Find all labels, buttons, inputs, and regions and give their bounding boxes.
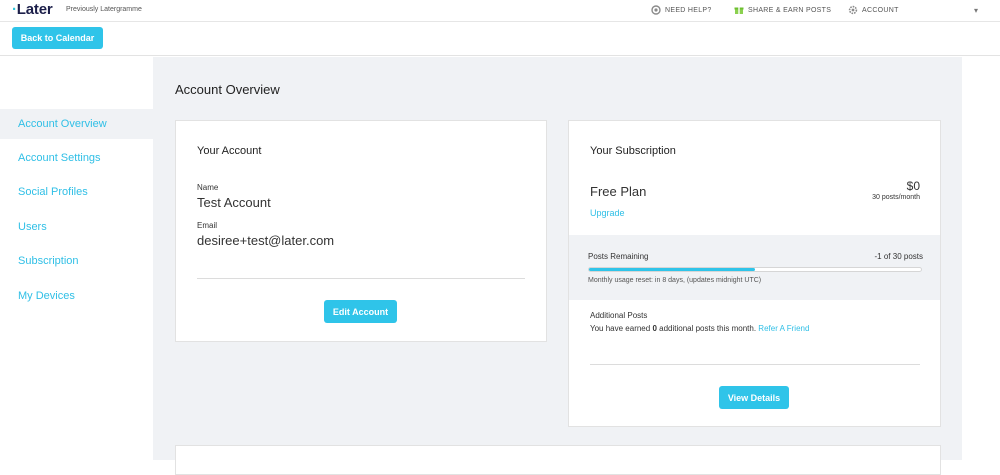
sidebar-item-subscription[interactable]: Subscription xyxy=(0,246,153,276)
share-earn-label: SHARE & EARN POSTS xyxy=(748,6,832,14)
sidebar-item-account-overview[interactable]: Account Overview xyxy=(0,109,153,139)
account-divider xyxy=(197,278,525,279)
additional-posts-title: Additional Posts xyxy=(590,311,648,320)
name-value: Test Account xyxy=(197,195,271,210)
refer-friend-link[interactable]: Refer A Friend xyxy=(758,324,809,333)
logo-text: Later xyxy=(16,1,53,18)
need-help-label: NEED HELP? xyxy=(665,6,712,14)
email-label: Email xyxy=(197,221,218,230)
sidebar-item-users[interactable]: Users xyxy=(0,212,153,242)
subscription-card: Your Subscription Free Plan Upgrade $0 3… xyxy=(568,120,941,427)
back-to-calendar-button[interactable]: Back to Calendar xyxy=(12,27,103,49)
account-menu[interactable]: ACCOUNT xyxy=(848,5,899,15)
additional-posts-text: You have earned 0 additional posts this … xyxy=(590,324,809,333)
account-card-title: Your Account xyxy=(197,145,262,157)
logo-subtitle: Previously Latergramme xyxy=(66,6,142,13)
account-label: ACCOUNT xyxy=(862,6,899,14)
account-card: Your Account Name Test Account Email des… xyxy=(175,120,547,342)
top-bar: ·Later Previously Latergramme NEED HELP?… xyxy=(0,0,1000,22)
usage-reset-note: Monthly usage reset: in 8 days, (updates… xyxy=(588,277,762,284)
later-logo[interactable]: ·Later xyxy=(12,1,53,18)
need-help-link[interactable]: NEED HELP? xyxy=(651,5,712,15)
posts-progress-bar xyxy=(588,267,922,272)
share-earn-link[interactable]: SHARE & EARN POSTS xyxy=(734,5,831,15)
posts-remaining-value: -1 of 30 posts xyxy=(874,252,923,261)
upgrade-link[interactable]: Upgrade xyxy=(590,208,625,218)
subscription-card-title: Your Subscription xyxy=(590,145,676,157)
sidebar-item-social-profiles[interactable]: Social Profiles xyxy=(0,177,153,207)
name-label: Name xyxy=(197,183,219,192)
posts-per-month: 30 posts/month xyxy=(872,194,920,201)
email-value: desiree+test@later.com xyxy=(197,233,335,248)
sidebar-item-account-settings[interactable]: Account Settings xyxy=(0,143,153,173)
sidebar: Account Overview Account Settings Social… xyxy=(0,57,153,460)
lower-card xyxy=(175,445,941,475)
posts-remaining-label: Posts Remaining xyxy=(588,252,649,261)
additional-suffix: additional posts this month. xyxy=(656,324,757,333)
page-title: Account Overview xyxy=(175,82,280,97)
sub-bar: Back to Calendar xyxy=(0,22,1000,56)
help-icon xyxy=(651,5,661,15)
additional-prefix: You have earned xyxy=(590,324,653,333)
plan-price: $0 xyxy=(906,179,920,193)
right-gutter xyxy=(962,57,1000,460)
gift-icon xyxy=(734,5,744,15)
plan-name: Free Plan xyxy=(590,184,647,199)
sidebar-item-my-devices[interactable]: My Devices xyxy=(0,281,153,311)
edit-account-button[interactable]: Edit Account xyxy=(324,300,397,323)
main-content: Account Overview Your Account Name Test … xyxy=(153,57,962,475)
chevron-down-icon[interactable]: ▾ xyxy=(974,6,978,15)
gear-icon xyxy=(848,5,858,15)
subscription-divider xyxy=(590,364,920,365)
posts-progress-fill xyxy=(589,268,755,271)
view-details-button[interactable]: View Details xyxy=(719,386,789,409)
